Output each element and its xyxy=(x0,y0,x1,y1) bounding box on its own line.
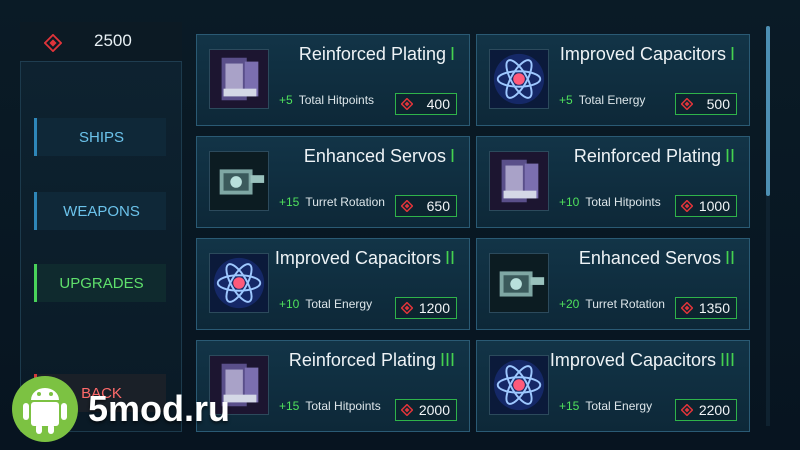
stat-bonus: +15 xyxy=(279,195,300,209)
upgrade-title: Reinforced Plating III xyxy=(289,350,455,371)
upgrade-cost: 400 xyxy=(426,96,450,112)
stat-bonus: +10 xyxy=(559,195,580,209)
stat-bonus: +15 xyxy=(559,399,580,413)
upgrade-stat: +5 Total Hitpoints xyxy=(279,93,374,107)
upgrade-stat: +15 Turret Rotation xyxy=(279,195,385,209)
red-diamond-gem-icon xyxy=(44,34,62,52)
armor-plating-icon xyxy=(209,49,269,109)
upgrade-tier: III xyxy=(719,350,735,370)
upgrade-cost: 1200 xyxy=(418,300,450,316)
stat-label: Total Energy xyxy=(585,399,653,413)
upgrade-tier: II xyxy=(444,248,455,268)
upgrade-cost: 500 xyxy=(706,96,730,112)
upgrade-cost: 2200 xyxy=(698,402,730,418)
upgrade-card[interactable]: Improved Capacitors III +15 Total Energy 220… xyxy=(476,340,750,432)
upgrade-name: Enhanced Servos xyxy=(578,248,721,268)
upgrade-title: Improved Capacitors III xyxy=(550,350,735,371)
buy-button[interactable]: 1200 xyxy=(395,297,457,319)
upgrade-card[interactable]: Enhanced Servos I +15 Turret Rotation 650 xyxy=(196,136,470,228)
upgrade-stat: +10 Total Hitpoints xyxy=(559,195,661,209)
upgrade-title: Enhanced Servos I xyxy=(304,146,455,167)
upgrade-cost: 1000 xyxy=(698,198,730,214)
upgrade-tier: III xyxy=(439,350,455,370)
stat-label: Total Energy xyxy=(578,93,646,107)
scrollbar-thumb[interactable] xyxy=(766,26,770,196)
upgrades-button[interactable]: UPGRADES xyxy=(34,264,166,302)
stat-bonus: +5 xyxy=(279,93,293,107)
upgrade-tier: II xyxy=(724,248,735,268)
upgrade-title: Reinforced Plating II xyxy=(574,146,735,167)
atom-energy-icon xyxy=(489,355,549,415)
upgrade-card[interactable]: Reinforced Plating I +5 Total Hitpoints 400 xyxy=(196,34,470,126)
upgrade-cost: 650 xyxy=(426,198,450,214)
upgrade-title: Improved Capacitors I xyxy=(560,44,735,65)
stat-label: Total Hitpoints xyxy=(585,195,661,209)
upgrade-stat: +15 Total Energy xyxy=(559,399,652,413)
upgrade-card[interactable]: Reinforced Plating II +10 Total Hitpoints 10… xyxy=(476,136,750,228)
red-diamond-gem-icon xyxy=(401,404,413,416)
upgrade-card[interactable]: Enhanced Servos II +20 Turret Rotation 1350 xyxy=(476,238,750,330)
buy-button[interactable]: 1000 xyxy=(675,195,737,217)
stat-label: Turret Rotation xyxy=(585,297,665,311)
watermark: 5mod.ru xyxy=(10,374,230,444)
upgrade-card[interactable]: Improved Capacitors I +5 Total Energy 500 xyxy=(476,34,750,126)
upgrade-cost: 1350 xyxy=(698,300,730,316)
red-diamond-gem-icon xyxy=(401,98,413,110)
stat-label: Total Energy xyxy=(305,297,373,311)
upgrade-stat: +5 Total Energy xyxy=(559,93,645,107)
red-diamond-gem-icon xyxy=(401,302,413,314)
upgrade-stat: +15 Total Hitpoints xyxy=(279,399,381,413)
upgrade-title: Enhanced Servos II xyxy=(579,248,735,269)
watermark-text: 5mod.ru xyxy=(88,388,231,429)
buy-button[interactable]: 650 xyxy=(395,195,457,217)
red-diamond-gem-icon xyxy=(681,404,693,416)
stat-bonus: +20 xyxy=(559,297,580,311)
upgrade-name: Improved Capacitors xyxy=(559,44,726,64)
upgrade-name: Reinforced Plating xyxy=(573,146,721,166)
buy-button[interactable]: 400 xyxy=(395,93,457,115)
ships-button[interactable]: SHIPS xyxy=(34,118,166,156)
atom-energy-icon xyxy=(489,49,549,109)
red-diamond-gem-icon xyxy=(401,200,413,212)
armor-plating-icon xyxy=(489,151,549,211)
upgrade-name: Reinforced Plating xyxy=(298,44,446,64)
upgrade-name: Enhanced Servos xyxy=(303,146,446,166)
upgrade-title: Reinforced Plating I xyxy=(299,44,455,65)
upgrade-tier: I xyxy=(729,44,735,64)
upgrade-tier: I xyxy=(449,146,455,166)
buy-button[interactable]: 2200 xyxy=(675,399,737,421)
upgrade-stat: +20 Turret Rotation xyxy=(559,297,665,311)
buy-button[interactable]: 1350 xyxy=(675,297,737,319)
upgrade-stat: +10 Total Energy xyxy=(279,297,372,311)
stat-label: Turret Rotation xyxy=(305,195,385,209)
atom-energy-icon xyxy=(209,253,269,313)
upgrade-card[interactable]: Improved Capacitors II +10 Total Energy 1200 xyxy=(196,238,470,330)
upgrade-name: Improved Capacitors xyxy=(549,350,716,370)
upgrade-name: Improved Capacitors xyxy=(274,248,441,268)
red-diamond-gem-icon xyxy=(681,302,693,314)
android-logo-icon xyxy=(12,376,78,442)
currency-display: 2500 xyxy=(20,22,182,62)
upgrade-name: Reinforced Plating xyxy=(288,350,436,370)
red-diamond-gem-icon xyxy=(681,200,693,212)
servo-turret-icon xyxy=(209,151,269,211)
upgrade-tier: I xyxy=(449,44,455,64)
buy-button[interactable]: 500 xyxy=(675,93,737,115)
stat-label: Total Hitpoints xyxy=(298,93,375,107)
stat-bonus: +5 xyxy=(559,93,573,107)
stat-bonus: +10 xyxy=(279,297,300,311)
buy-button[interactable]: 2000 xyxy=(395,399,457,421)
weapons-button[interactable]: WEAPONS xyxy=(34,192,166,230)
upgrade-card[interactable]: Reinforced Plating III +15 Total Hitpoints 2… xyxy=(196,340,470,432)
stat-bonus: +15 xyxy=(279,399,300,413)
red-diamond-gem-icon xyxy=(681,98,693,110)
currency-amount: 2500 xyxy=(94,31,132,50)
upgrade-title: Improved Capacitors II xyxy=(275,248,455,269)
servo-turret-icon xyxy=(489,253,549,313)
upgrade-tier: II xyxy=(724,146,735,166)
upgrade-cost: 2000 xyxy=(418,402,450,418)
stat-label: Total Hitpoints xyxy=(305,399,381,413)
